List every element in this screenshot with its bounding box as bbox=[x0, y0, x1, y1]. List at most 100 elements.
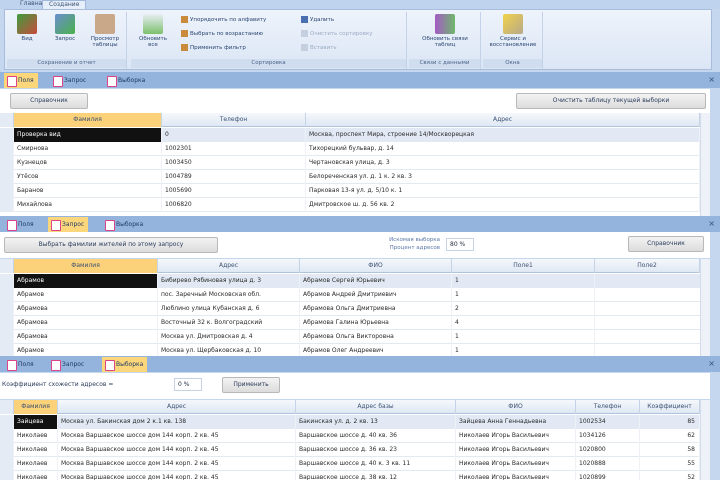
table-cell[interactable]: Бакинская ул. д. 2 кв. 13 bbox=[296, 415, 456, 429]
table-cell[interactable]: 55 bbox=[640, 457, 700, 471]
table-cell[interactable]: 2 bbox=[452, 302, 595, 316]
row-selector[interactable] bbox=[0, 184, 14, 198]
table-cell[interactable]: 1020899 bbox=[576, 471, 640, 480]
reference-button[interactable]: Справочник bbox=[628, 236, 704, 252]
table-cell[interactable]: Абрамов Сергей Юрьевич bbox=[300, 274, 452, 288]
table-cell[interactable]: 85 bbox=[640, 415, 700, 429]
row-selector[interactable] bbox=[0, 429, 14, 443]
row-selector[interactable] bbox=[0, 443, 14, 457]
table-cell[interactable]: 62 bbox=[640, 429, 700, 443]
table-row[interactable]: Абрамова Люблино улица Кубанская д. 6 Абра… bbox=[0, 302, 710, 316]
query-button[interactable]: Запрос bbox=[47, 14, 83, 42]
table-row[interactable]: Абрамов пос. Заречный Московская обл. Абра… bbox=[0, 288, 710, 302]
table-cell[interactable]: Абрамова bbox=[14, 302, 158, 316]
table-cell[interactable]: Варшавское шоссе д. 38 кв. 12 bbox=[296, 471, 456, 480]
table-row[interactable]: Николаев Москва Варшавское шоссе дом 144 … bbox=[0, 457, 710, 471]
table-cell[interactable]: Николаев Игорь Васильевич bbox=[456, 429, 576, 443]
reference-button[interactable]: Справочник bbox=[10, 93, 88, 109]
doc-tab-selection[interactable]: Выборка bbox=[104, 73, 149, 88]
table-cell[interactable]: Абрамов Андрей Дмитриевич bbox=[300, 288, 452, 302]
doc-tab-selection[interactable]: Выборка bbox=[102, 217, 147, 232]
table-cell[interactable]: Николаев bbox=[14, 443, 58, 457]
doc-tab-query[interactable]: Запрос bbox=[48, 357, 88, 372]
table-row[interactable]: Николаев Москва Варшавское шоссе дом 144 … bbox=[0, 443, 710, 457]
table-cell[interactable]: Варшавское шоссе д. 36 кв. 23 bbox=[296, 443, 456, 457]
table-cell[interactable]: Дмитровское ш. д. 56 кв. 2 bbox=[306, 198, 700, 212]
table-cell[interactable]: Москва Варшавское шоссе дом 144 корп. 2 … bbox=[58, 429, 296, 443]
table-cell[interactable]: Абрамова Ольга Дмитриевна bbox=[300, 302, 452, 316]
row-selector[interactable] bbox=[0, 316, 14, 330]
row-selector[interactable] bbox=[0, 128, 14, 142]
table-cell[interactable]: Кузнецов bbox=[14, 156, 162, 170]
doc-tab-fields[interactable]: Поля bbox=[4, 217, 38, 232]
apply-button[interactable]: Применить bbox=[222, 377, 280, 393]
table-cell[interactable]: Смирнова bbox=[14, 142, 162, 156]
row-selector[interactable] bbox=[0, 344, 14, 356]
clear-table-button[interactable]: Очистить таблицу текущей выборки bbox=[516, 93, 706, 109]
table-cell[interactable]: Утёсов bbox=[14, 170, 162, 184]
table-cell[interactable]: Москва Варшавское шоссе дом 144 корп. 2 … bbox=[58, 457, 296, 471]
column-header[interactable]: ФИО bbox=[300, 259, 452, 273]
row-selector[interactable] bbox=[0, 330, 14, 344]
row-selector[interactable] bbox=[0, 471, 14, 480]
table-cell[interactable]: Белореченская ул. д. 1 к. 2 кв. 3 bbox=[306, 170, 700, 184]
close-icon[interactable]: × bbox=[708, 359, 715, 368]
table-cell[interactable]: 1020800 bbox=[576, 443, 640, 457]
apply-filter-button[interactable]: Применить фильтр bbox=[181, 44, 246, 53]
table-row[interactable]: Николаев Москва Варшавское шоссе дом 144 … bbox=[0, 471, 710, 480]
column-header[interactable]: Адрес bbox=[306, 113, 700, 127]
doc-tab-fields[interactable]: Поля bbox=[4, 73, 38, 88]
table-cell[interactable]: 1002301 bbox=[162, 142, 306, 156]
column-header[interactable]: Телефон bbox=[576, 400, 640, 414]
table-cell[interactable]: 1006820 bbox=[162, 198, 306, 212]
table-cell[interactable]: Проверка вид bbox=[14, 128, 162, 142]
table-cell[interactable]: 0 bbox=[162, 128, 306, 142]
coefficient-input[interactable]: 0 % bbox=[174, 378, 202, 391]
table-row[interactable]: Абрамов Бибирево Рябиновая улица д. 3 Абра… bbox=[0, 274, 710, 288]
table-cell[interactable]: Николаев bbox=[14, 457, 58, 471]
table-cell[interactable]: Варшавское шоссе д. 40 к. 3 кв. 11 bbox=[296, 457, 456, 471]
row-selector[interactable] bbox=[0, 415, 14, 429]
table-row[interactable]: Зайцева Москва ул. Бакинская дом 2 к.1 кв… bbox=[0, 415, 710, 429]
column-header[interactable]: Поле1 bbox=[452, 259, 595, 273]
row-selector[interactable] bbox=[0, 198, 14, 212]
table-row[interactable]: Утёсов 1004789 Белореченская ул. д. 1 к. 2… bbox=[0, 170, 710, 184]
select-all[interactable] bbox=[0, 259, 14, 273]
row-selector[interactable] bbox=[0, 170, 14, 184]
vertical-scrollbar[interactable] bbox=[700, 259, 710, 356]
table-cell[interactable]: Николаев bbox=[14, 429, 58, 443]
table-cell[interactable]: Москва ул. Бакинская дом 2 к.1 кв. 138 bbox=[58, 415, 296, 429]
table-cell[interactable]: Парковая 13-я ул. д. 5/10 к. 1 bbox=[306, 184, 700, 198]
table-cell[interactable]: 1 bbox=[452, 274, 595, 288]
view-button[interactable]: Вид bbox=[9, 14, 45, 42]
table-cell[interactable]: Николаев Игорь Васильевич bbox=[456, 471, 576, 480]
table-cell[interactable]: Москва Варшавское шоссе дом 144 корп. 2 … bbox=[58, 443, 296, 457]
table-cell[interactable]: Москва ул. Дмитровская д. 4 bbox=[158, 330, 300, 344]
column-header[interactable]: Адрес bbox=[158, 259, 300, 273]
doc-tab-fields[interactable]: Поля bbox=[4, 357, 38, 372]
table-cell[interactable]: 1002534 bbox=[576, 415, 640, 429]
table-cell[interactable]: 58 bbox=[640, 443, 700, 457]
table-cell[interactable]: Зайцева bbox=[14, 415, 58, 429]
table-cell[interactable]: Чертановская улица, д. 3 bbox=[306, 156, 700, 170]
table-cell[interactable]: Люблино улица Кубанская д. 6 bbox=[158, 302, 300, 316]
doc-tab-selection[interactable]: Выборка bbox=[102, 357, 148, 372]
delete-button[interactable]: Удалить bbox=[301, 16, 334, 25]
table-cell[interactable]: Николаев bbox=[14, 471, 58, 480]
column-header[interactable]: Фамилия bbox=[14, 259, 158, 273]
refresh-all-button[interactable]: Обновить все bbox=[135, 14, 171, 48]
table-cell[interactable]: Николаев Игорь Васильевич bbox=[456, 443, 576, 457]
table-cell[interactable]: 1 bbox=[452, 288, 595, 302]
row-selector[interactable] bbox=[0, 156, 14, 170]
table-row[interactable]: Смирнова 1002301 Тихорецкий бульвар, д. 14 bbox=[0, 142, 710, 156]
table-row[interactable]: Михайлова 1006820 Дмитровское ш. д. 56 кв.… bbox=[0, 198, 710, 212]
doc-tab-query[interactable]: Запрос bbox=[48, 217, 89, 232]
table-cell[interactable]: Варшавское шоссе д. 40 кв. 36 bbox=[296, 429, 456, 443]
table-cell[interactable]: 1 bbox=[452, 330, 595, 344]
sort-alpha-button[interactable]: Упорядочить по алфавиту bbox=[181, 16, 266, 25]
table-cell[interactable]: 1005690 bbox=[162, 184, 306, 198]
table-row[interactable]: Абрамова Москва ул. Дмитровская д. 4 Абрам… bbox=[0, 330, 710, 344]
column-header[interactable]: Адрес базы bbox=[296, 400, 456, 414]
table-cell[interactable]: 1 bbox=[452, 344, 595, 356]
row-selector[interactable] bbox=[0, 288, 14, 302]
